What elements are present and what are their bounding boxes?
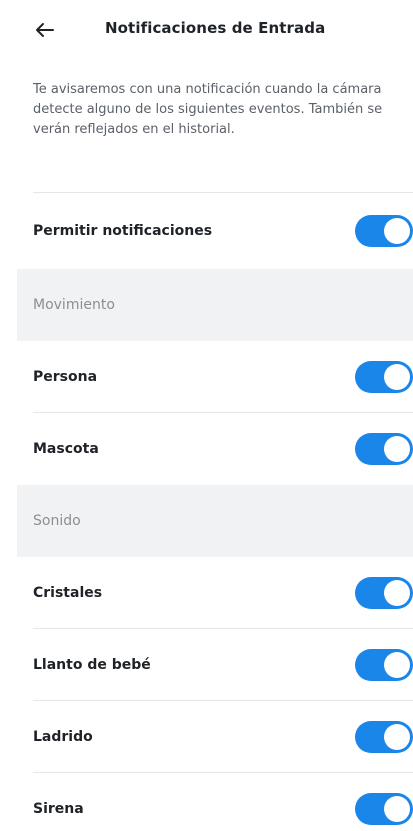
arrow-left-icon [36, 23, 54, 37]
section-header-sonido: Sonido [17, 485, 413, 557]
header: Notificaciones de Entrada [17, 0, 413, 62]
section-title: Movimiento [33, 297, 115, 313]
event-label: Sirena [33, 801, 84, 817]
event-label: Ladrido [33, 729, 93, 745]
section-title: Sonido [33, 513, 81, 529]
event-label: Cristales [33, 585, 103, 601]
cristales-toggle[interactable] [355, 577, 413, 609]
description-text: Te avisaremos con una notificación cuand… [33, 82, 383, 137]
toggle-knob [384, 796, 410, 822]
notification-settings-screen: Notificaciones de Entrada Te avisaremos … [17, 0, 413, 831]
event-row-mascota: Mascota [17, 413, 413, 485]
toggle-knob [384, 436, 410, 462]
ladrido-toggle[interactable] [355, 721, 413, 753]
event-row-persona: Persona [17, 341, 413, 413]
toggle-knob [384, 218, 410, 244]
toggle-knob [384, 364, 410, 390]
event-label: Mascota [33, 441, 99, 457]
allow-notifications-label: Permitir notificaciones [33, 223, 213, 239]
sirena-toggle[interactable] [355, 793, 413, 825]
toggle-knob [384, 724, 410, 750]
event-label: Llanto de bebé [33, 657, 151, 673]
event-row-sirena: Sirena [17, 773, 413, 831]
persona-toggle[interactable] [355, 361, 413, 393]
toggle-knob [384, 580, 410, 606]
back-button[interactable] [33, 18, 57, 42]
event-row-llanto-de-bebe: Llanto de bebé [17, 629, 413, 701]
allow-notifications-row: Permitir notificaciones [17, 193, 413, 269]
event-row-ladrido: Ladrido [17, 701, 413, 773]
section-header-movimiento: Movimiento [17, 269, 413, 341]
llanto-de-bebe-toggle[interactable] [355, 649, 413, 681]
mascota-toggle[interactable] [355, 433, 413, 465]
allow-notifications-toggle[interactable] [355, 215, 413, 247]
page-title: Notificaciones de Entrada [105, 19, 326, 37]
event-row-cristales: Cristales [17, 557, 413, 629]
toggle-knob [384, 652, 410, 678]
event-label: Persona [33, 369, 98, 385]
